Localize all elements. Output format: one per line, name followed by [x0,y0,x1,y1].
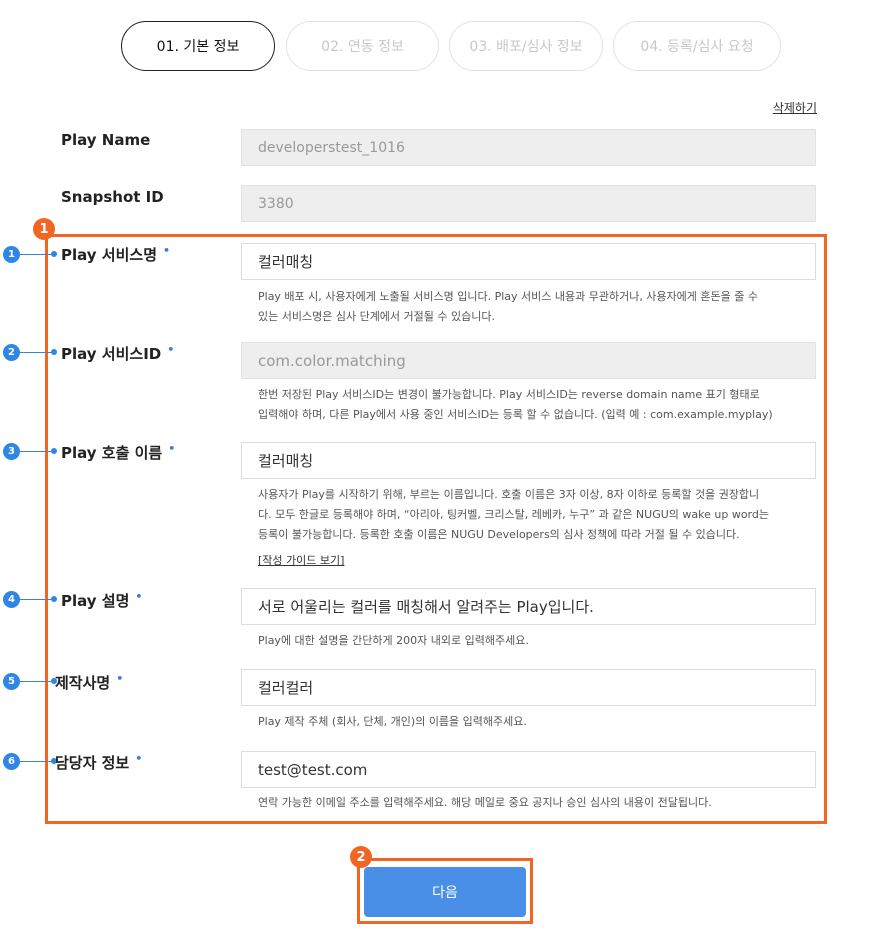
service-name-help: Play 배포 시, 사용자에게 노출될 서비스명 입니다. Play 서비스 … [258,290,758,323]
contact-input[interactable]: test@test.com [241,751,816,788]
description-label: Play 설명 • [61,590,143,610]
marker-dot [51,251,57,257]
call-name-help: 사용자가 Play를 시작하기 위해, 부르는 이름입니다. 호출 이름은 3자… [258,488,769,541]
required-mark: • [168,442,176,455]
step-register-review-request[interactable]: 04. 등록/심사 요청 [613,21,781,71]
step-integration-info[interactable]: 02. 연동 정보 [286,21,439,71]
required-mark: • [135,752,143,765]
maker-label: 제작사명 • [55,672,124,692]
step-basic-info[interactable]: 01. 기본 정보 [121,21,275,71]
step-deploy-review-info[interactable]: 03. 배포/심사 정보 [449,21,603,71]
call-name-label: Play 호출 이름 • [61,442,176,462]
description-help: Play에 대한 설명을 간단하게 200자 내외로 입력해주세요. [258,634,529,647]
service-id-field: com.color.matching [241,342,816,379]
marker-line [20,681,53,682]
callout-badge-1: 1 [33,218,55,240]
description-input[interactable]: 서로 어울리는 컬러를 매칭해서 알려주는 Play입니다. [241,588,816,625]
required-mark: • [167,343,175,356]
marker-line [20,451,53,452]
marker-line [20,599,53,600]
marker-line [20,352,53,353]
step-navigation: 01. 기본 정보 02. 연동 정보 03. 배포/심사 정보 04. 등록/… [0,21,887,73]
play-name-label: Play Name [61,131,151,149]
next-button[interactable]: 다음 [364,867,526,917]
marker-line [20,254,53,255]
required-mark: • [116,672,124,685]
marker-4: 4 [3,591,20,608]
marker-dot [51,349,57,355]
required-mark: • [163,244,171,257]
marker-3: 3 [3,443,20,460]
service-id-label: Play 서비스ID • [61,343,175,363]
service-name-label: Play 서비스명 • [61,244,171,264]
marker-line [20,761,53,762]
contact-label: 담당자 정보 • [55,752,143,772]
marker-dot [51,596,57,602]
marker-2: 2 [3,344,20,361]
call-name-input[interactable]: 컬러매칭 [241,442,816,479]
play-name-field: developerstest_1016 [241,129,816,166]
maker-input[interactable]: 컬러컬러 [241,669,816,706]
writing-guide-link[interactable]: [작성 가이드 보기] [258,552,344,568]
contact-help: 연락 가능한 이메일 주소를 입력해주세요. 해당 메일로 중요 공지나 승인 … [258,796,712,809]
marker-1: 1 [3,246,20,263]
marker-5: 5 [3,673,20,690]
maker-help: Play 제작 주체 (회사, 단체, 개인)의 이름을 입력해주세요. [258,715,527,728]
delete-link[interactable]: 삭제하기 [773,99,817,116]
marker-dot [51,448,57,454]
marker-6: 6 [3,753,20,770]
service-id-help: 한번 저장된 Play 서비스ID는 변경이 불가능합니다. Play 서비스I… [258,388,773,421]
snapshot-id-field: 3380 [241,185,816,222]
service-name-input[interactable]: 컬러매칭 [241,243,816,280]
snapshot-id-label: Snapshot ID [61,188,164,206]
callout-badge-2: 2 [350,846,372,868]
required-mark: • [135,590,143,603]
